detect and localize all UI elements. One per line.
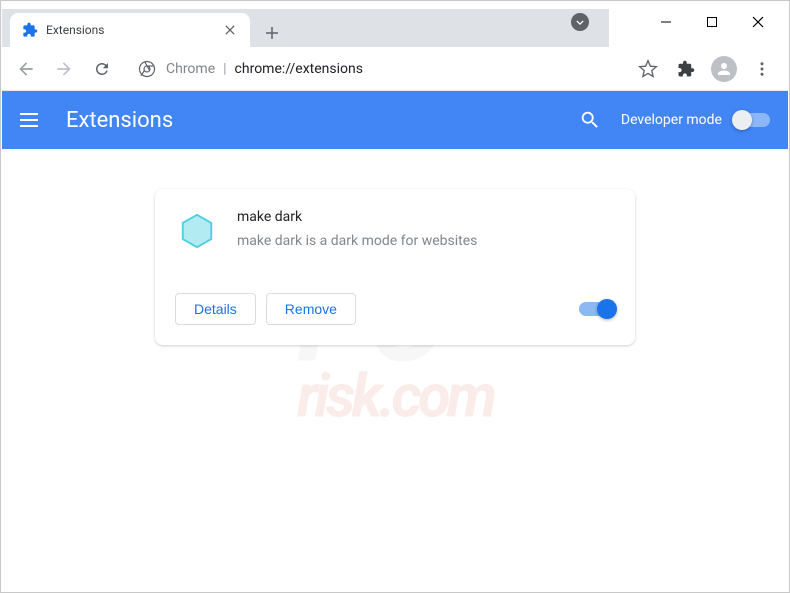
browser-tab[interactable]: Extensions	[10, 13, 250, 47]
tab-search-button[interactable]	[571, 13, 589, 31]
developer-mode-toggle[interactable]	[734, 113, 770, 127]
maximize-button[interactable]	[689, 7, 735, 37]
close-window-button[interactable]	[735, 7, 781, 37]
extensions-list: make dark make dark is a dark mode for w…	[2, 149, 788, 345]
extensions-header: Extensions Developer mode	[2, 91, 788, 149]
details-button[interactable]: Details	[175, 293, 256, 325]
toolbar-actions	[634, 55, 780, 83]
bookmark-star-icon[interactable]	[634, 55, 662, 83]
page-title: Extensions	[66, 108, 577, 133]
profile-avatar[interactable]	[710, 55, 738, 83]
search-icon[interactable]	[577, 107, 603, 133]
chrome-icon	[138, 60, 156, 78]
omnibox-origin: Chrome	[166, 61, 215, 77]
minimize-button[interactable]	[643, 7, 689, 37]
page-content: PC risk.com Extensions Developer mode	[2, 91, 788, 591]
extensions-puzzle-icon[interactable]	[672, 55, 700, 83]
address-bar[interactable]: Chrome | chrome://extensions	[124, 54, 628, 84]
extension-enable-toggle[interactable]	[579, 302, 615, 316]
extension-icon	[175, 209, 219, 253]
back-button[interactable]	[10, 53, 42, 85]
puzzle-icon	[22, 22, 38, 38]
browser-window: Extensions Chrome |	[0, 0, 790, 593]
hamburger-menu-icon[interactable]	[20, 106, 48, 134]
omnibox-text: Chrome | chrome://extensions	[166, 61, 363, 77]
forward-button[interactable]	[48, 53, 80, 85]
toolbar: Chrome | chrome://extensions	[2, 47, 788, 91]
reload-button[interactable]	[86, 53, 118, 85]
kebab-menu-icon[interactable]	[748, 55, 776, 83]
extension-name: make dark	[237, 209, 615, 225]
remove-button[interactable]: Remove	[266, 293, 356, 325]
extension-card: make dark make dark is a dark mode for w…	[155, 189, 635, 345]
omnibox-path: chrome://extensions	[235, 61, 363, 77]
developer-mode-label: Developer mode	[621, 112, 722, 128]
tab-strip: Extensions	[2, 9, 609, 47]
tab-close-icon[interactable]	[222, 22, 238, 38]
extension-description: make dark is a dark mode for websites	[237, 233, 615, 249]
tab-title: Extensions	[46, 23, 214, 37]
new-tab-button[interactable]	[258, 19, 286, 47]
